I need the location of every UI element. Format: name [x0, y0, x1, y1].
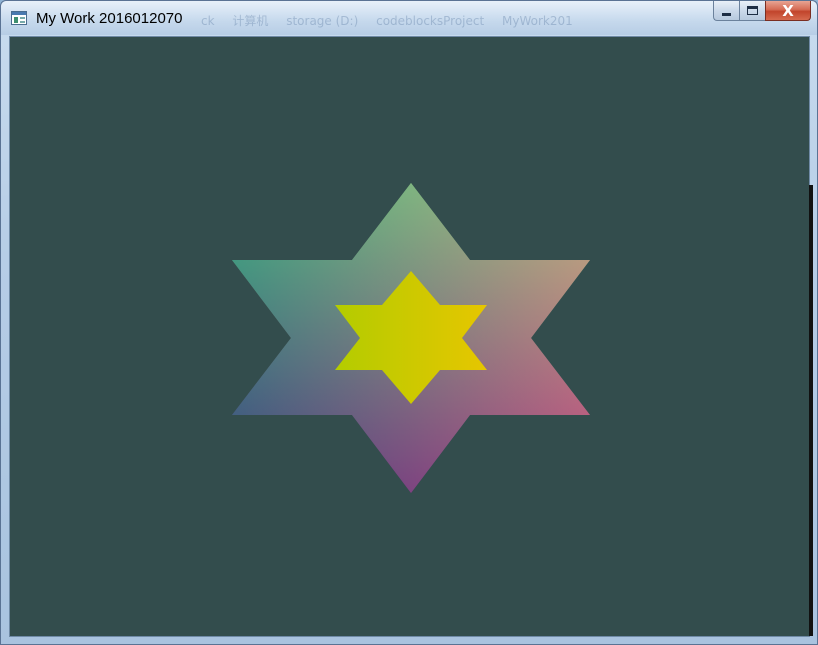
app-window: ck 计算机 storage (D:) codeblocksProject My…	[0, 0, 818, 645]
background-window-edge	[809, 185, 813, 636]
app-icon[interactable]	[11, 11, 27, 25]
star-drawing	[232, 183, 590, 493]
window-controls: X	[713, 1, 811, 25]
background-breadcrumb: ck 计算机 storage (D:) codeblocksProject My…	[201, 12, 681, 30]
window-title: My Work 2016012070	[36, 10, 183, 27]
breadcrumb-segment: storage (D:)	[286, 14, 359, 28]
breadcrumb-segment: codeblocksProject	[376, 14, 485, 28]
close-icon: X	[782, 1, 794, 20]
breadcrumb-segment: MyWork201	[502, 14, 573, 28]
minimize-button[interactable]	[713, 1, 739, 21]
minimize-icon	[722, 13, 731, 16]
render-canvas[interactable]	[9, 36, 810, 637]
close-button[interactable]: X	[765, 1, 811, 21]
maximize-icon	[747, 6, 758, 15]
breadcrumb-segment: ck	[201, 14, 215, 28]
title-bar[interactable]: ck 计算机 storage (D:) codeblocksProject My…	[1, 1, 817, 35]
breadcrumb-segment: 计算机	[232, 14, 269, 28]
maximize-button[interactable]	[739, 1, 765, 21]
